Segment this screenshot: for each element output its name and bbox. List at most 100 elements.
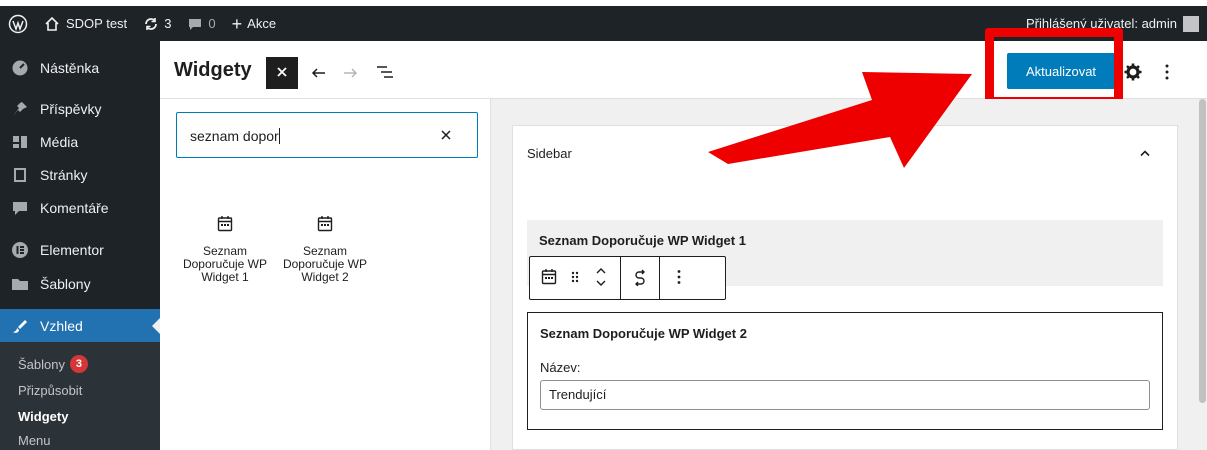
calendar-icon [313, 211, 337, 235]
sidebar-item-posts[interactable]: Příspěvky [0, 92, 160, 126]
updates-link[interactable]: 3 [135, 6, 179, 41]
site-name-link[interactable]: SDOP test [36, 6, 135, 41]
drag-handle-icon [570, 270, 580, 287]
sidebar-item-label: Komentáře [40, 200, 109, 216]
calendar-icon [541, 268, 557, 288]
new-content-link[interactable]: + Akce [224, 6, 284, 41]
undo-icon [310, 63, 328, 84]
comments-link[interactable]: 0 [179, 6, 223, 41]
page-title: Widgety [174, 59, 252, 81]
collapse-widget-area-button[interactable] [1135, 142, 1155, 162]
dashboard-icon [10, 58, 30, 78]
elementor-icon [10, 240, 30, 260]
block-result-label: Seznam Doporučuje WP Widget 2 [282, 244, 368, 284]
more-vertical-icon [1164, 63, 1170, 84]
widget-area-title: Sidebar [527, 146, 572, 161]
toolbar-group-transform [621, 257, 660, 299]
calendar-icon [213, 211, 237, 235]
toolbar-group-options [660, 257, 698, 299]
update-badge: 3 [69, 355, 88, 373]
appearance-submenu: Šablony 3 Přizpůsobit Widgety Menu [0, 342, 160, 450]
sidebar-item-label: Šablony [40, 276, 91, 292]
settings-button[interactable] [1120, 60, 1146, 86]
sidebar-item-label: Média [40, 134, 79, 150]
name-field[interactable]: Trendující [540, 380, 1150, 410]
plus-icon: + [231, 13, 243, 34]
block-result-widget-1[interactable]: Seznam Doporučuje WP Widget 1 [180, 211, 270, 284]
drag-handle[interactable] [562, 263, 588, 293]
toolbar-group-block [530, 257, 621, 299]
sidebar-item-label: Vzhled [40, 318, 83, 334]
redo-icon [341, 63, 359, 84]
sidebar-item-dashboard[interactable]: Nástěnka [0, 51, 160, 85]
list-view-button[interactable] [372, 60, 398, 86]
pin-icon [10, 99, 30, 119]
editor-header: Widgety Aktualizovat [160, 28, 1207, 106]
submenu-item-customize[interactable]: Přizpůsobit [18, 380, 82, 400]
canvas-scrollbar[interactable] [1198, 99, 1207, 450]
clear-search-button[interactable] [435, 125, 457, 147]
page-icon [10, 165, 30, 185]
sidebar-item-media[interactable]: Média [0, 125, 160, 159]
widget-block-title: Seznam Doporučuje WP Widget 2 [540, 326, 747, 341]
block-options-button[interactable] [666, 263, 692, 293]
move-up-down-button[interactable] [588, 263, 614, 293]
more-vertical-icon [677, 269, 681, 288]
submenu-item-menus[interactable]: Menu [18, 430, 51, 450]
block-type-button[interactable] [536, 263, 562, 293]
sidebar-item-label: Elementor [40, 242, 104, 258]
block-toolbar [529, 256, 726, 300]
submenu-item-label: Widgety [18, 408, 69, 424]
close-icon [440, 129, 452, 144]
site-name: SDOP test [66, 16, 128, 31]
block-result-widget-2[interactable]: Seznam Doporučuje WP Widget 2 [280, 211, 370, 284]
block-inserter-panel: seznam dopor Seznam Doporučuje WP Widget… [160, 99, 491, 450]
options-button[interactable] [1154, 60, 1180, 86]
wordpress-logo-icon[interactable] [0, 6, 36, 41]
updates-icon [143, 16, 159, 32]
submenu-item-label: Menu [18, 432, 51, 448]
comment-icon [187, 16, 203, 32]
submenu-item-label: Šablony [18, 356, 65, 372]
sidebar-item-label: Příspěvky [40, 101, 102, 117]
sidebar-item-label: Nástěnka [40, 60, 100, 76]
transform-icon [633, 268, 647, 289]
sidebar-item-pages[interactable]: Stránky [0, 158, 160, 192]
sidebar-item-label: Stránky [40, 167, 88, 183]
annotation-highlight-box [985, 28, 1123, 106]
chevron-up-icon [1139, 145, 1151, 160]
active-indicator [152, 318, 160, 334]
redo-button[interactable] [337, 60, 363, 86]
name-field-label: Název: [540, 360, 581, 375]
media-icon [10, 132, 30, 152]
sidebar-item-comments[interactable]: Komentáře [0, 191, 160, 225]
brush-icon [10, 316, 30, 336]
close-icon [275, 65, 289, 82]
sidebar-item-elementor[interactable]: Elementor [0, 233, 160, 267]
scrollbar-thumb[interactable] [1199, 99, 1206, 403]
widget-block-2[interactable]: Seznam Doporučuje WP Widget 2 Název: Tre… [527, 312, 1163, 430]
sidebar-item-templates[interactable]: Šablony [0, 267, 160, 301]
submenu-item-label: Přizpůsobit [18, 382, 83, 398]
new-label: Akce [247, 16, 277, 31]
transform-button[interactable] [627, 263, 653, 293]
undo-button[interactable] [306, 60, 332, 86]
comment-icon [10, 198, 30, 218]
widgets-canvas: Sidebar Seznam Doporučuje WP Widget 1 Se… [491, 99, 1207, 450]
submenu-item-themes[interactable]: Šablony 3 [18, 354, 88, 374]
sidebar-item-appearance[interactable]: Vzhled [0, 309, 160, 343]
folder-icon [10, 274, 30, 294]
list-view-icon [375, 63, 395, 84]
submenu-item-widgets[interactable]: Widgety [18, 406, 68, 426]
updates-count: 3 [164, 16, 172, 31]
widget-area-sidebar[interactable]: Sidebar Seznam Doporučuje WP Widget 1 Se… [512, 125, 1178, 450]
close-inserter-button[interactable] [266, 57, 298, 89]
comments-count: 0 [208, 16, 216, 31]
widget-block-title: Seznam Doporučuje WP Widget 1 [539, 233, 746, 248]
block-result-label: Seznam Doporučuje WP Widget 1 [182, 244, 268, 284]
block-search-input[interactable]: seznam dopor [176, 112, 478, 158]
search-value: seznam dopor [190, 128, 280, 144]
gear-icon [1123, 62, 1143, 85]
avatar [1183, 15, 1199, 32]
chevron-up-down-icon [595, 266, 607, 291]
